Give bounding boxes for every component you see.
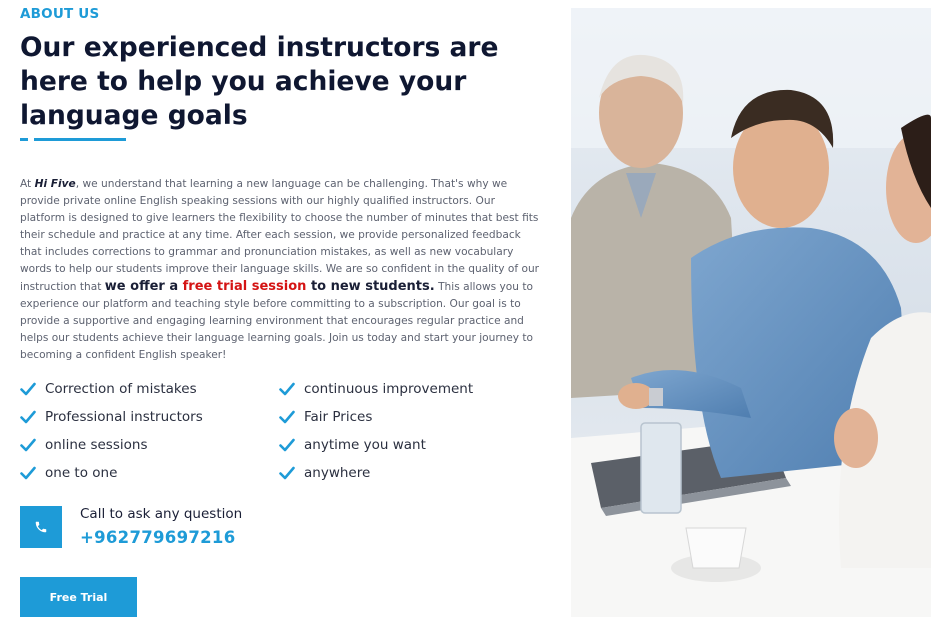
feature-item: Correction of mistakes: [20, 380, 279, 399]
section-label: ABOUT US: [20, 6, 100, 22]
feature-item: one to one: [20, 464, 279, 483]
page-title: Our experienced instructors are here to …: [20, 32, 499, 131]
feature-label: one to one: [45, 465, 118, 482]
feature-item: continuous improvement: [279, 380, 538, 399]
check-icon: [279, 382, 295, 396]
feature-label: Professional instructors: [45, 409, 203, 426]
feature-label: anytime you want: [304, 437, 426, 454]
title-underline-dot: [20, 138, 28, 141]
check-icon: [20, 438, 36, 452]
intro-paragraph: At Hi Five, we understand that learning …: [20, 176, 540, 364]
feature-item: online sessions: [20, 436, 279, 455]
check-icon: [279, 410, 295, 424]
phone-icon-box[interactable]: [20, 506, 62, 548]
team-photo: [571, 8, 931, 617]
feature-label: Correction of mistakes: [45, 381, 197, 398]
feature-item: anytime you want: [279, 436, 538, 455]
feature-label: anywhere: [304, 465, 371, 482]
offer-suffix: to new students.: [310, 279, 435, 294]
phone-icon: [35, 521, 47, 533]
free-trial-highlight: free trial session: [182, 279, 307, 294]
check-icon: [20, 410, 36, 424]
call-label: Call to ask any question: [80, 506, 243, 522]
check-icon: [279, 438, 295, 452]
free-trial-button[interactable]: Free Trial: [20, 577, 137, 617]
phone-number-link[interactable]: +962779697216: [80, 528, 236, 547]
check-icon: [20, 466, 36, 480]
feature-item: Fair Prices: [279, 408, 538, 427]
feature-item: Professional instructors: [20, 408, 279, 427]
feature-label: online sessions: [45, 437, 148, 454]
feature-label: continuous improvement: [304, 381, 474, 398]
feature-item: anywhere: [279, 464, 538, 483]
brand-name: Hi Five: [34, 178, 76, 190]
feature-list: Correction of mistakes continuous improv…: [20, 380, 540, 483]
offer-prefix: we offer a: [104, 279, 179, 294]
check-icon: [279, 466, 295, 480]
offer-highlight: we offer a free trial session to new stu…: [105, 279, 435, 294]
title-underline-bar: [34, 138, 126, 141]
feature-label: Fair Prices: [304, 409, 373, 426]
team-photo-illustration: [571, 8, 931, 617]
intro-prefix: At: [20, 178, 32, 190]
check-icon: [20, 382, 36, 396]
intro-body-1: , we understand that learning a new lang…: [20, 178, 540, 293]
